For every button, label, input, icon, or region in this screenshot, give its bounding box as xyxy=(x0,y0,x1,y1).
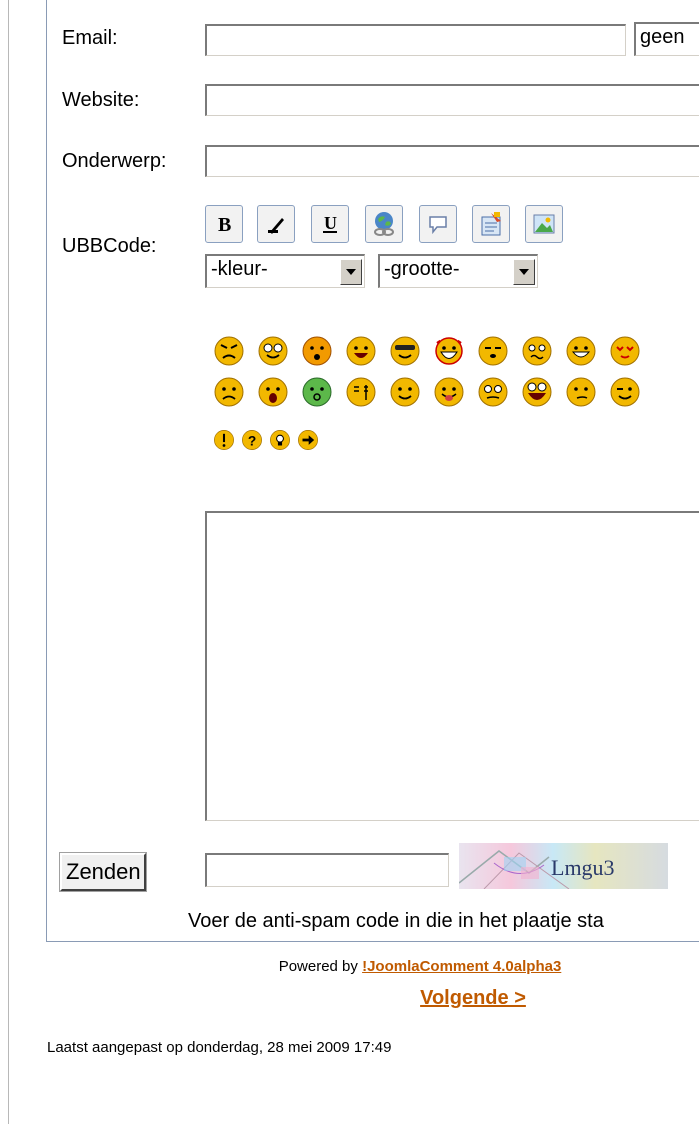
size-select-value: -grootte- xyxy=(384,258,460,280)
powered-by: Powered by !JoomlaComment 4.0alpha3 xyxy=(0,958,699,975)
chevron-down-icon xyxy=(513,259,535,285)
arrow-smiley-icon[interactable] xyxy=(297,429,319,456)
grin-smiley-icon[interactable] xyxy=(565,335,597,372)
wink-smiley-icon[interactable] xyxy=(609,376,641,413)
wondering-smiley-icon[interactable] xyxy=(565,376,597,413)
last-modified: Laatst aangepast op donderdag, 28 mei 20… xyxy=(47,1039,392,1056)
tongue-smiley-icon[interactable] xyxy=(433,376,465,413)
sleepy-smiley-icon[interactable] xyxy=(477,335,509,372)
ubbcode-label: UBBCode: xyxy=(62,235,157,257)
exclamation-smiley-icon[interactable] xyxy=(213,429,235,456)
email-visibility-select[interactable]: geen xyxy=(634,22,699,56)
captcha-image: Lmgu3 xyxy=(459,843,668,889)
subject-field[interactable] xyxy=(205,145,699,177)
color-select[interactable]: -kleur- xyxy=(205,254,365,288)
svg-text:?: ? xyxy=(248,434,256,449)
question-smiley-icon[interactable]: ? xyxy=(241,429,263,456)
comment-textarea[interactable] xyxy=(205,511,699,821)
submit-button[interactable]: Zenden xyxy=(59,852,147,892)
captcha-hint: Voer de anti-spam code in die in het pla… xyxy=(188,910,604,932)
happy-smiley-icon[interactable] xyxy=(345,335,377,372)
idea-smiley-icon[interactable] xyxy=(269,429,291,456)
captcha-input[interactable] xyxy=(205,853,449,887)
love-smiley-icon[interactable] xyxy=(609,335,641,372)
captcha-text: Lmgu3 xyxy=(551,855,615,880)
svg-text:B: B xyxy=(218,214,231,236)
joomlacomment-link[interactable]: !JoomlaComment 4.0alpha3 xyxy=(362,958,561,975)
smile-smiley-icon[interactable] xyxy=(389,376,421,413)
underline-button[interactable]: U xyxy=(311,205,349,243)
cool-smiley-icon[interactable] xyxy=(389,335,421,372)
confused-smiley-icon[interactable] xyxy=(521,335,553,372)
blank-smiley-icon[interactable] xyxy=(345,376,377,413)
dizzy-smiley-icon[interactable] xyxy=(477,376,509,413)
chevron-down-icon xyxy=(340,259,362,285)
powered-by-text: Powered by xyxy=(278,958,363,975)
sad-smiley-icon[interactable] xyxy=(213,376,245,413)
email-label: Email: xyxy=(62,27,118,49)
surprised-smiley-icon[interactable] xyxy=(301,335,333,372)
bold-icon: B xyxy=(218,214,231,236)
website-field[interactable] xyxy=(205,84,699,116)
image-icon xyxy=(533,214,555,234)
italic-button[interactable] xyxy=(257,205,295,243)
sick-smiley-icon[interactable] xyxy=(301,376,333,413)
link-button[interactable] xyxy=(365,205,403,243)
image-button[interactable] xyxy=(525,205,563,243)
size-select[interactable]: -grootte- xyxy=(378,254,538,288)
quote-icon xyxy=(429,216,447,235)
shocked-smiley-icon[interactable] xyxy=(257,376,289,413)
email-field[interactable] xyxy=(205,24,626,56)
angry-smiley-icon[interactable] xyxy=(213,335,245,372)
code-button[interactable] xyxy=(472,205,510,243)
page-left-border xyxy=(8,0,9,1124)
next-link-wrap: Volgende > xyxy=(0,987,699,1010)
bold-button[interactable]: B xyxy=(205,205,243,243)
italic-icon xyxy=(268,218,284,234)
code-icon xyxy=(481,212,501,236)
underline-icon: U xyxy=(323,213,337,233)
laugh-smiley-icon[interactable] xyxy=(521,376,553,413)
website-label: Website: xyxy=(62,89,140,111)
nerd-smiley-icon[interactable] xyxy=(257,335,289,372)
next-page-link[interactable]: Volgende > xyxy=(420,987,526,1009)
quote-button[interactable] xyxy=(419,205,457,243)
link-icon xyxy=(374,212,394,236)
devil-smiley-icon[interactable] xyxy=(433,335,465,372)
color-select-value: -kleur- xyxy=(211,258,268,280)
svg-text:U: U xyxy=(324,213,337,233)
subject-label: Onderwerp: xyxy=(62,150,167,172)
